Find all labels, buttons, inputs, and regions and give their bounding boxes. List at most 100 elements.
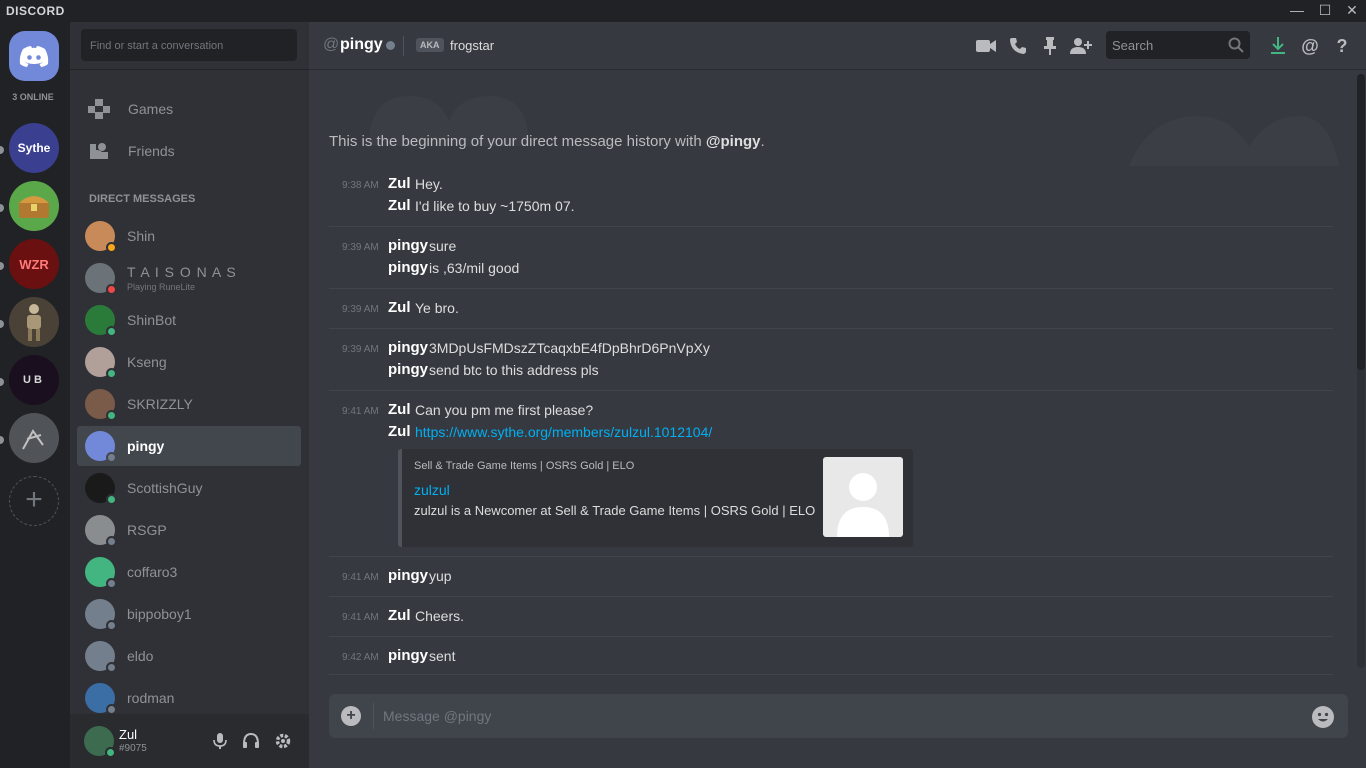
upload-button[interactable]: + — [341, 706, 361, 726]
avatar — [85, 473, 117, 505]
message-author[interactable]: pingy — [388, 361, 428, 378]
dm-item-shin[interactable]: Shin — [77, 216, 301, 256]
avatar — [85, 221, 117, 253]
dm-item-rsgp[interactable]: RSGP — [77, 510, 301, 550]
microphone-icon[interactable] — [211, 732, 229, 750]
dm-header: DIRECT MESSAGES — [89, 193, 196, 205]
timestamp: 9:39 AM — [342, 344, 379, 355]
guild-unread-pip — [0, 146, 4, 154]
avatar — [85, 263, 117, 295]
message-author[interactable]: pingy — [388, 237, 428, 254]
dm-item-taisonas[interactable]: T A I S O N A S Playing RuneLite — [77, 258, 301, 298]
message-input[interactable]: Message @pingy — [383, 708, 491, 724]
app-brand: DISCORD — [6, 4, 65, 18]
guild-ub[interactable]: UB — [9, 355, 59, 405]
avatar — [85, 641, 117, 673]
message-author[interactable]: pingy — [388, 647, 428, 664]
message-author[interactable]: Zul — [388, 175, 411, 192]
avatar — [85, 389, 117, 421]
dm-item-rodman[interactable]: rodman — [77, 678, 301, 718]
beginning-text: This is the beginning of your direct mes… — [329, 133, 706, 150]
timestamp: 9:41 AM — [342, 572, 379, 583]
search-icon — [1228, 37, 1244, 58]
message-composer[interactable]: + Message @pingy — [329, 694, 1348, 738]
phone-call-icon[interactable] — [1007, 35, 1029, 57]
add-server-button[interactable]: + — [9, 476, 59, 526]
user-avatar[interactable] — [84, 726, 116, 758]
nav-friends-label: Friends — [128, 143, 175, 159]
dm-name: RSGP — [127, 522, 167, 538]
guild-unread-pip — [0, 436, 4, 444]
guild-treasure-chest[interactable] — [9, 181, 59, 231]
download-icon[interactable] — [1267, 35, 1289, 57]
status-indicator — [106, 662, 117, 673]
message-author[interactable]: pingy — [388, 567, 428, 584]
message-author[interactable]: Zul — [388, 197, 411, 214]
message-text: sent — [429, 648, 456, 664]
dm-item-shinbot[interactable]: ShinBot — [77, 300, 301, 340]
headphones-icon[interactable] — [242, 732, 260, 750]
gear-icon[interactable] — [274, 732, 292, 750]
message-text: sure — [429, 238, 457, 254]
avatar — [85, 515, 117, 547]
friends-icon — [78, 142, 120, 160]
dm-item-kseng[interactable]: Kseng — [77, 342, 301, 382]
guild-sythe-label: Sythe — [17, 141, 51, 155]
message-text: I'd like to buy ~1750m 07. — [415, 198, 575, 214]
guild-sythe[interactable]: Sythe — [9, 123, 59, 173]
status-indicator — [105, 747, 116, 758]
message-text: yup — [429, 568, 452, 584]
sketch-icon — [22, 429, 44, 450]
dm-item-scottishguy[interactable]: ScottishGuy — [77, 468, 301, 508]
message-author[interactable]: Zul — [388, 423, 411, 440]
dm-item-coffaro3[interactable]: coffaro3 — [77, 552, 301, 592]
message-author[interactable]: pingy — [388, 339, 428, 356]
guild-sketch[interactable] — [9, 413, 59, 463]
dm-item-bippoboy1[interactable]: bippoboy1 — [77, 594, 301, 634]
embed-title[interactable]: zulzul — [414, 482, 450, 498]
status-indicator — [106, 536, 117, 547]
status-indicator — [106, 410, 117, 421]
embed-thumbnail[interactable] — [823, 457, 903, 537]
background-logo-watermark — [369, 96, 1339, 166]
nav-friends[interactable]: Friends — [78, 131, 302, 171]
message-text: Cheers. — [415, 608, 465, 624]
close-button[interactable]: ✕ — [1336, 0, 1366, 22]
add-friend-icon[interactable] — [1070, 35, 1092, 57]
guild-unread-pip — [0, 320, 4, 328]
home-button[interactable] — [9, 31, 59, 81]
message-text: is ,63/mil good — [429, 260, 520, 276]
video-call-icon[interactable] — [975, 35, 997, 57]
search-input[interactable]: Search — [1106, 31, 1250, 59]
mentions-icon[interactable]: @ — [1299, 35, 1321, 57]
discord-logo-icon — [19, 46, 49, 67]
find-conversation-input[interactable]: Find or start a conversation — [81, 29, 297, 61]
guild-ub-label: UB — [23, 374, 45, 386]
status-indicator — [106, 326, 117, 337]
message-author[interactable]: Zul — [388, 607, 411, 624]
scrollbar-thumb[interactable] — [1357, 74, 1365, 370]
message-author[interactable]: Zul — [388, 401, 411, 418]
help-icon[interactable]: ? — [1331, 35, 1353, 57]
message-author[interactable]: Zul — [388, 299, 411, 316]
dm-item-skrizzly[interactable]: SKRIZZLY — [77, 384, 301, 424]
avatar — [85, 557, 117, 589]
dm-item-pingy[interactable]: pingy — [77, 426, 301, 466]
dm-name: pingy — [127, 438, 165, 454]
emoji-picker-icon[interactable] — [1312, 706, 1334, 728]
message-link[interactable]: https://www.sythe.org/members/zulzul.101… — [415, 424, 712, 440]
beginning-suffix: . — [760, 133, 765, 150]
guild-warrior[interactable] — [9, 297, 59, 347]
divider — [329, 226, 1333, 227]
message-link-wrap: https://www.sythe.org/members/zulzul.101… — [415, 424, 712, 440]
user-tag: #9075 — [119, 743, 147, 754]
nav-games-label: Games — [128, 101, 174, 117]
dm-item-eldo[interactable]: eldo — [77, 636, 301, 676]
timestamp: 9:41 AM — [342, 406, 379, 417]
nav-games[interactable]: Games — [78, 89, 302, 129]
message-author[interactable]: pingy — [388, 259, 428, 276]
guild-wzr[interactable]: WZR — [9, 239, 59, 289]
divider — [329, 328, 1333, 329]
warrior-icon — [27, 304, 41, 341]
pin-icon[interactable] — [1039, 35, 1061, 57]
